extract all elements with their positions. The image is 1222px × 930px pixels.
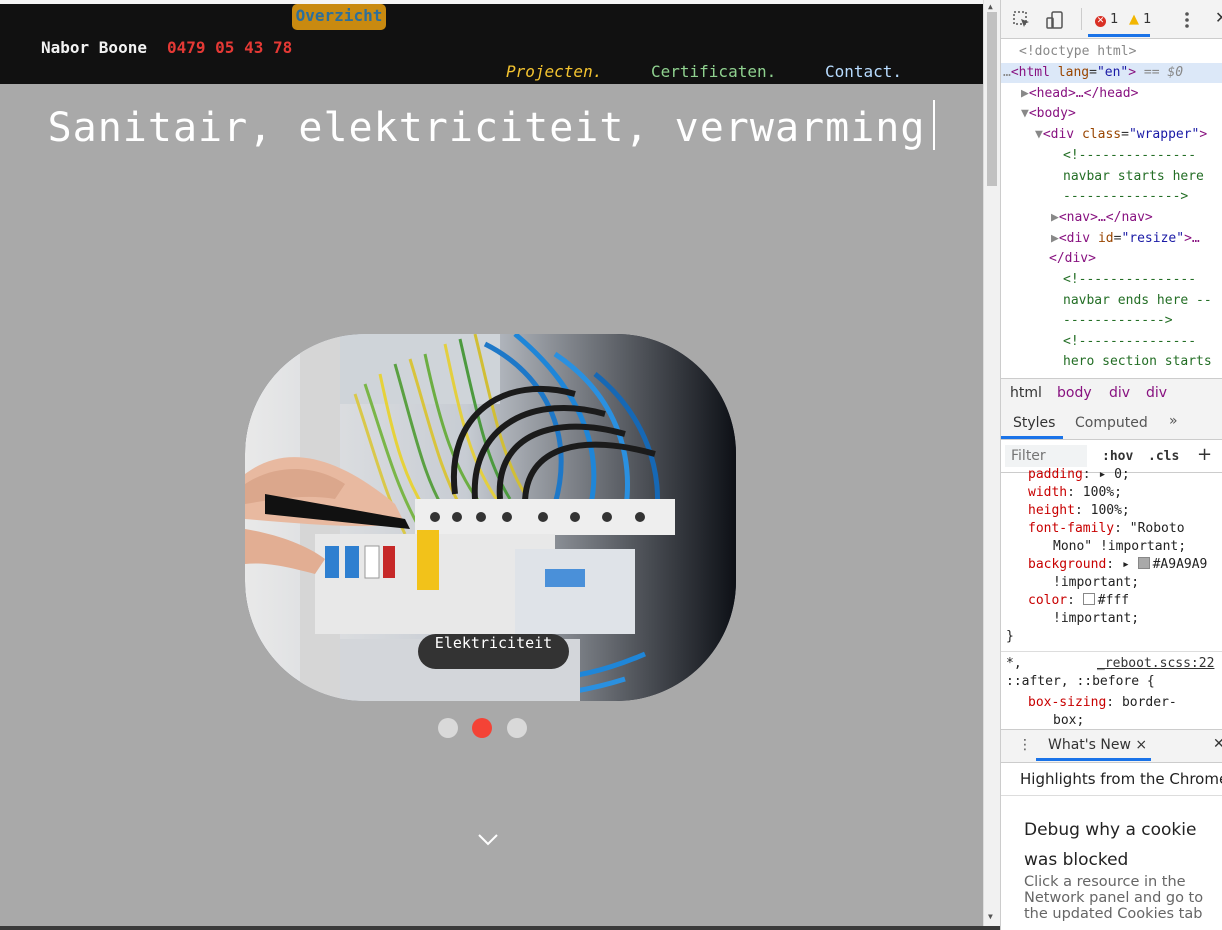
css-decl-box-sizing-cont: box; [1053,713,1085,728]
css-decl-box-sizing[interactable]: box-sizing: border- [1028,694,1177,712]
dom-comment-line[interactable]: <!--------------- [1063,332,1196,353]
css-close-brace: } [1006,629,1014,644]
breadcrumb-div[interactable]: div [1109,385,1130,401]
close-tab-icon[interactable]: × [1135,737,1147,753]
brand-name[interactable]: Nabor Boone [41,38,147,57]
news-body: Click a resource in the Network panel an… [1024,874,1204,922]
page-scrollbar[interactable]: ▲ ▼ [983,0,1000,930]
css-decl-width[interactable]: width: 100%; [1028,484,1122,502]
more-tabs-icon[interactable]: » [1169,413,1178,429]
color-swatch-icon[interactable] [1082,593,1095,605]
dom-body-row[interactable]: ▼<body> [1021,104,1076,125]
devtools-toolbar: ✕ 1 ▲ 1 ✕ [1001,0,1222,39]
typing-cursor [933,100,936,150]
scrollbar-thumb[interactable] [987,12,997,186]
css-rule2-selector[interactable]: *, [1006,655,1022,673]
css-decl-font-family-cont: Mono" !important; [1053,539,1187,554]
warning-counter[interactable]: ▲ 1 [1129,12,1151,27]
tab-styles[interactable]: Styles [1013,415,1055,431]
tab-styles-underline [1001,436,1063,439]
toolbar-divider [1081,8,1082,30]
kebab-menu-icon[interactable] [1177,10,1197,30]
breadcrumb-div[interactable]: div [1146,385,1167,401]
nav-link-projecten[interactable]: Projecten. [506,62,602,81]
nav-link-contact[interactable]: Contact. [825,62,902,81]
hov-toggle[interactable]: :hov [1102,449,1133,464]
phone-number[interactable]: 0479 05 43 78 [167,38,292,57]
tab-computed[interactable]: Computed [1075,415,1148,431]
dom-comment-line[interactable]: <!--------------- [1063,270,1196,291]
carousel-caption: Elektriciteit [418,634,569,669]
website-viewport: Nabor Boone 0479 05 43 78 Projecten. Cer… [0,0,983,930]
scroll-up-arrow-icon[interactable]: ▲ [988,2,993,11]
tab-whats-new[interactable]: What's New × [1048,737,1147,753]
close-drawer-icon[interactable]: ✕ [1213,736,1222,752]
dom-doctype[interactable]: <!doctype html> [1019,42,1136,63]
error-icon: ✕ [1095,16,1106,27]
color-swatch-icon[interactable] [1137,557,1150,569]
dom-resize-row[interactable]: ▶<div id="resize">… [1051,229,1200,250]
css-decl-height[interactable]: height: 100%; [1028,502,1130,520]
dom-comment-line[interactable]: hero section starts [1063,352,1212,373]
breadcrumb-html[interactable]: html [1010,385,1042,401]
hero-title: Sanitair, elektriciteit, verwarming [0,100,983,151]
dom-breadcrumb: html body div div [1001,378,1222,408]
dom-div-close[interactable]: </div> [1049,249,1096,270]
new-style-rule-button[interactable]: + [1197,444,1212,465]
error-count: 1 [1110,12,1119,27]
css-decl-color[interactable]: color: #fff [1028,592,1129,610]
devtools-panel: ✕ 1 ▲ 1 ✕ <!doctype html> …<html lang="e… [1000,0,1222,930]
drawer-tabs: ⋮ What's New × ✕ [1001,729,1222,763]
navbar: Nabor Boone 0479 05 43 78 Projecten. Cer… [0,4,983,84]
news-title[interactable]: Debug why a cookie was blocked [1024,815,1204,875]
css-decl-padding[interactable]: padding: ▸ 0; [1028,466,1130,484]
scroll-down-arrow-icon[interactable]: ▼ [988,912,993,921]
css-rule2-pseudo[interactable]: ::after, ::before { [1006,673,1155,691]
chevron-down-icon[interactable] [477,832,499,848]
tab-whats-new-underline [1036,758,1151,761]
dom-wrapper-row[interactable]: ▼<div class="wrapper"> [1035,125,1207,146]
whats-new-highlights: Highlights from the Chrome ... [1001,762,1222,796]
bottom-edge [0,926,1000,930]
dom-comment-line[interactable]: -------------> [1063,311,1173,332]
rule-divider [1001,651,1222,652]
styles-pane-tabs: Styles Computed » [1001,407,1222,440]
dom-comment-line[interactable]: <!--------------- [1063,146,1196,167]
dom-nav-row[interactable]: ▶<nav>…</nav> [1051,208,1153,229]
dom-html-row[interactable]: …<html lang="en"> == $0 [1003,63,1183,84]
inspect-element-icon[interactable] [1012,10,1032,30]
carousel-indicator-2-active[interactable] [472,718,492,738]
css-source-link[interactable]: _reboot.scss:22 [1097,655,1214,673]
dom-head-row[interactable]: ▶<head>…</head> [1021,84,1138,105]
dom-comment-line[interactable]: navbar ends here -- [1063,291,1212,312]
carousel-indicator-3[interactable] [507,718,527,738]
breadcrumb-body[interactable]: body [1057,385,1092,401]
nav-link-certificaten[interactable]: Certificaten. [651,62,776,81]
warning-count: 1 [1143,12,1152,27]
hero-title-text: Sanitair, elektriciteit, verwarming [47,105,926,151]
device-toolbar-icon[interactable] [1045,10,1065,30]
drawer-menu-icon[interactable]: ⋮ [1018,737,1032,753]
dom-comment-line[interactable]: ---------------> [1063,187,1188,208]
css-important: !important; [1053,611,1140,626]
dom-comment-line[interactable]: navbar starts here [1063,167,1204,188]
css-decl-font-family[interactable]: font-family: "Roboto [1028,520,1185,538]
error-counter[interactable]: ✕ 1 [1095,12,1118,27]
close-devtools-icon[interactable]: ✕ [1215,8,1222,27]
styles-filter-input[interactable] [1005,445,1087,467]
css-decl-background[interactable]: background: ▸ #A9A9A9 [1028,556,1207,574]
css-rules: padding: ▸ 0; width: 100%; height: 100%;… [1001,467,1222,728]
carousel-indicator-1[interactable] [438,718,458,738]
issues-underline [1088,34,1150,37]
elements-dom-tree: <!doctype html> …<html lang="en"> == $0 … [1001,39,1222,377]
cls-toggle[interactable]: .cls [1148,449,1179,464]
css-important: !important; [1053,575,1140,590]
warning-icon: ▲ [1129,12,1139,27]
overzicht-button[interactable]: Overzicht [292,4,386,30]
